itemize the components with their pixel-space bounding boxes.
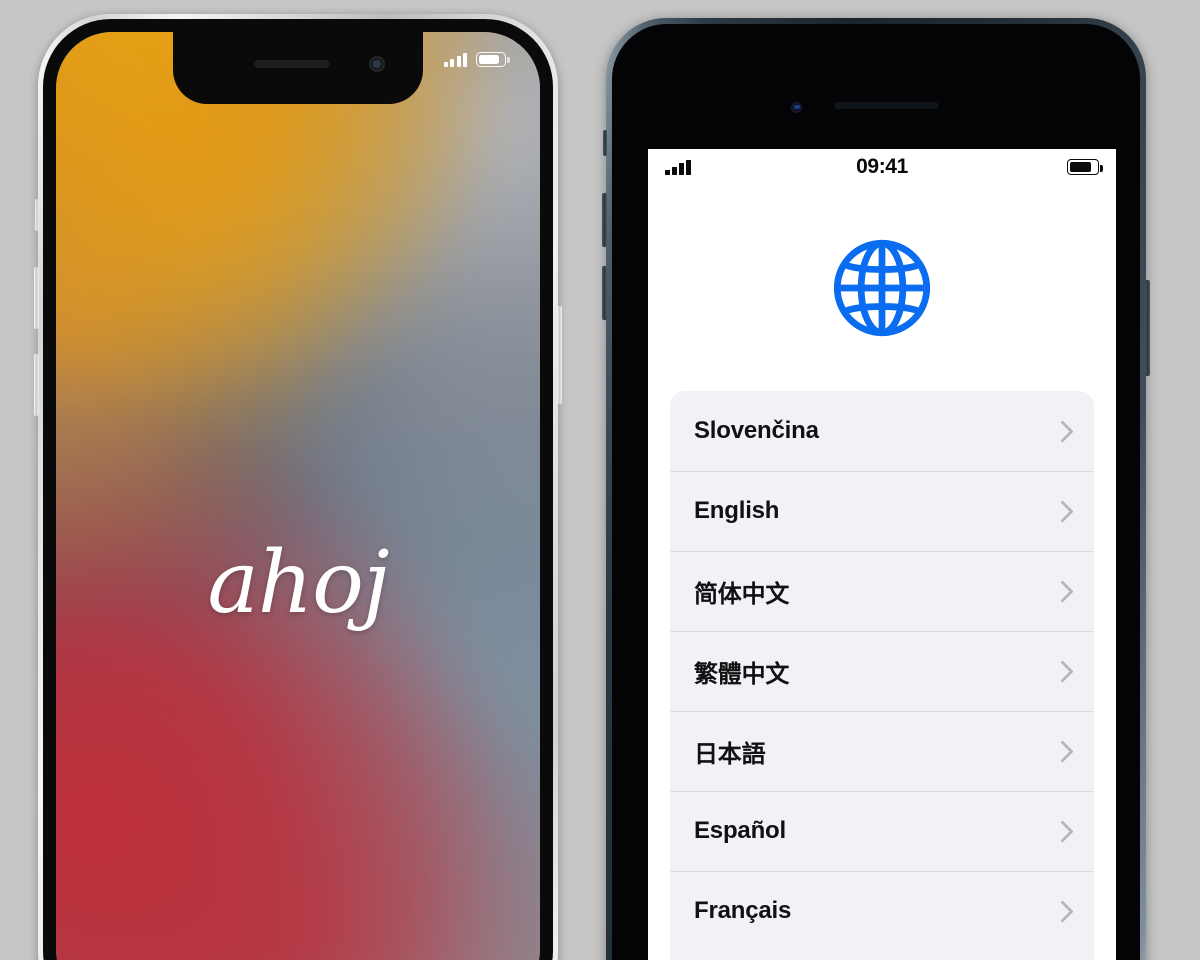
language-label: Español xyxy=(694,817,786,844)
right-phone-screen[interactable]: 09:41 Slovenčina English 简体中文 繁體中文 日本語 E… xyxy=(648,149,1116,960)
chevron-right-icon xyxy=(1060,900,1074,923)
left-phone-notch xyxy=(173,32,423,104)
right-phone-power-button[interactable] xyxy=(1145,280,1150,376)
language-row-english[interactable]: English xyxy=(670,471,1094,551)
signal-bars-icon xyxy=(443,52,467,67)
language-label: Français xyxy=(694,897,792,924)
speaker-grille-icon xyxy=(834,102,939,109)
left-phone-status-bar xyxy=(443,52,510,67)
left-phone-volume-up-button[interactable] xyxy=(34,267,39,329)
language-label: 日本語 xyxy=(694,740,766,768)
language-setup-screen: Slovenčina English 简体中文 繁體中文 日本語 Español… xyxy=(648,185,1116,960)
left-phone-power-button[interactable] xyxy=(557,306,562,404)
language-row-slovencina[interactable]: Slovenčina xyxy=(670,391,1094,471)
globe-icon-container xyxy=(648,185,1116,391)
right-phone-volume-down-button[interactable] xyxy=(602,266,607,320)
right-phone-volume-up-button[interactable] xyxy=(602,193,607,247)
status-bar-clock: 09:41 xyxy=(856,155,908,178)
right-phone-bezel: 09:41 Slovenčina English 简体中文 繁體中文 日本語 E… xyxy=(612,24,1140,960)
left-phone-volume-down-button[interactable] xyxy=(34,354,39,416)
globe-icon xyxy=(833,239,931,337)
front-camera-icon xyxy=(369,56,385,72)
battery-icon xyxy=(476,52,510,67)
language-row-francais[interactable]: Français xyxy=(670,871,1094,951)
lock-screen-wallpaper xyxy=(56,32,540,960)
front-camera-icon xyxy=(791,102,802,113)
right-phone-device: 09:41 Slovenčina English 简体中文 繁體中文 日本語 E… xyxy=(602,18,1150,960)
left-phone-bezel: ahoj xyxy=(43,19,553,960)
language-list[interactable]: Slovenčina English 简体中文 繁體中文 日本語 Español… xyxy=(670,391,1094,960)
language-label: 简体中文 xyxy=(694,580,790,608)
language-label: 繁體中文 xyxy=(694,660,790,688)
left-phone-silent-switch[interactable] xyxy=(35,199,39,231)
greeting-text: ahoj xyxy=(207,533,389,633)
left-phone-device: ahoj xyxy=(34,14,562,960)
scene: ahoj 09:41 Slovenčina English 简体中文 繁體中文 … xyxy=(0,0,1200,960)
language-row-japanese[interactable]: 日本語 xyxy=(670,711,1094,791)
language-row-espanol[interactable]: Español xyxy=(670,791,1094,871)
chevron-right-icon xyxy=(1060,500,1074,523)
left-phone-screen[interactable]: ahoj xyxy=(56,32,540,960)
right-phone-status-bar: 09:41 xyxy=(648,149,1116,185)
speaker-grille-icon xyxy=(253,60,330,68)
chevron-right-icon xyxy=(1060,420,1074,443)
status-bar-right-group xyxy=(1067,159,1103,175)
language-label: Slovenčina xyxy=(694,417,819,444)
chevron-right-icon xyxy=(1060,580,1074,603)
language-label: English xyxy=(694,497,780,524)
language-row-simplified-chinese[interactable]: 简体中文 xyxy=(670,551,1094,631)
language-row-traditional-chinese[interactable]: 繁體中文 xyxy=(670,631,1094,711)
chevron-right-icon xyxy=(1060,660,1074,683)
chevron-right-icon xyxy=(1060,820,1074,843)
right-phone-silent-switch[interactable] xyxy=(603,130,607,156)
battery-icon xyxy=(1067,159,1103,175)
chevron-right-icon xyxy=(1060,740,1074,763)
